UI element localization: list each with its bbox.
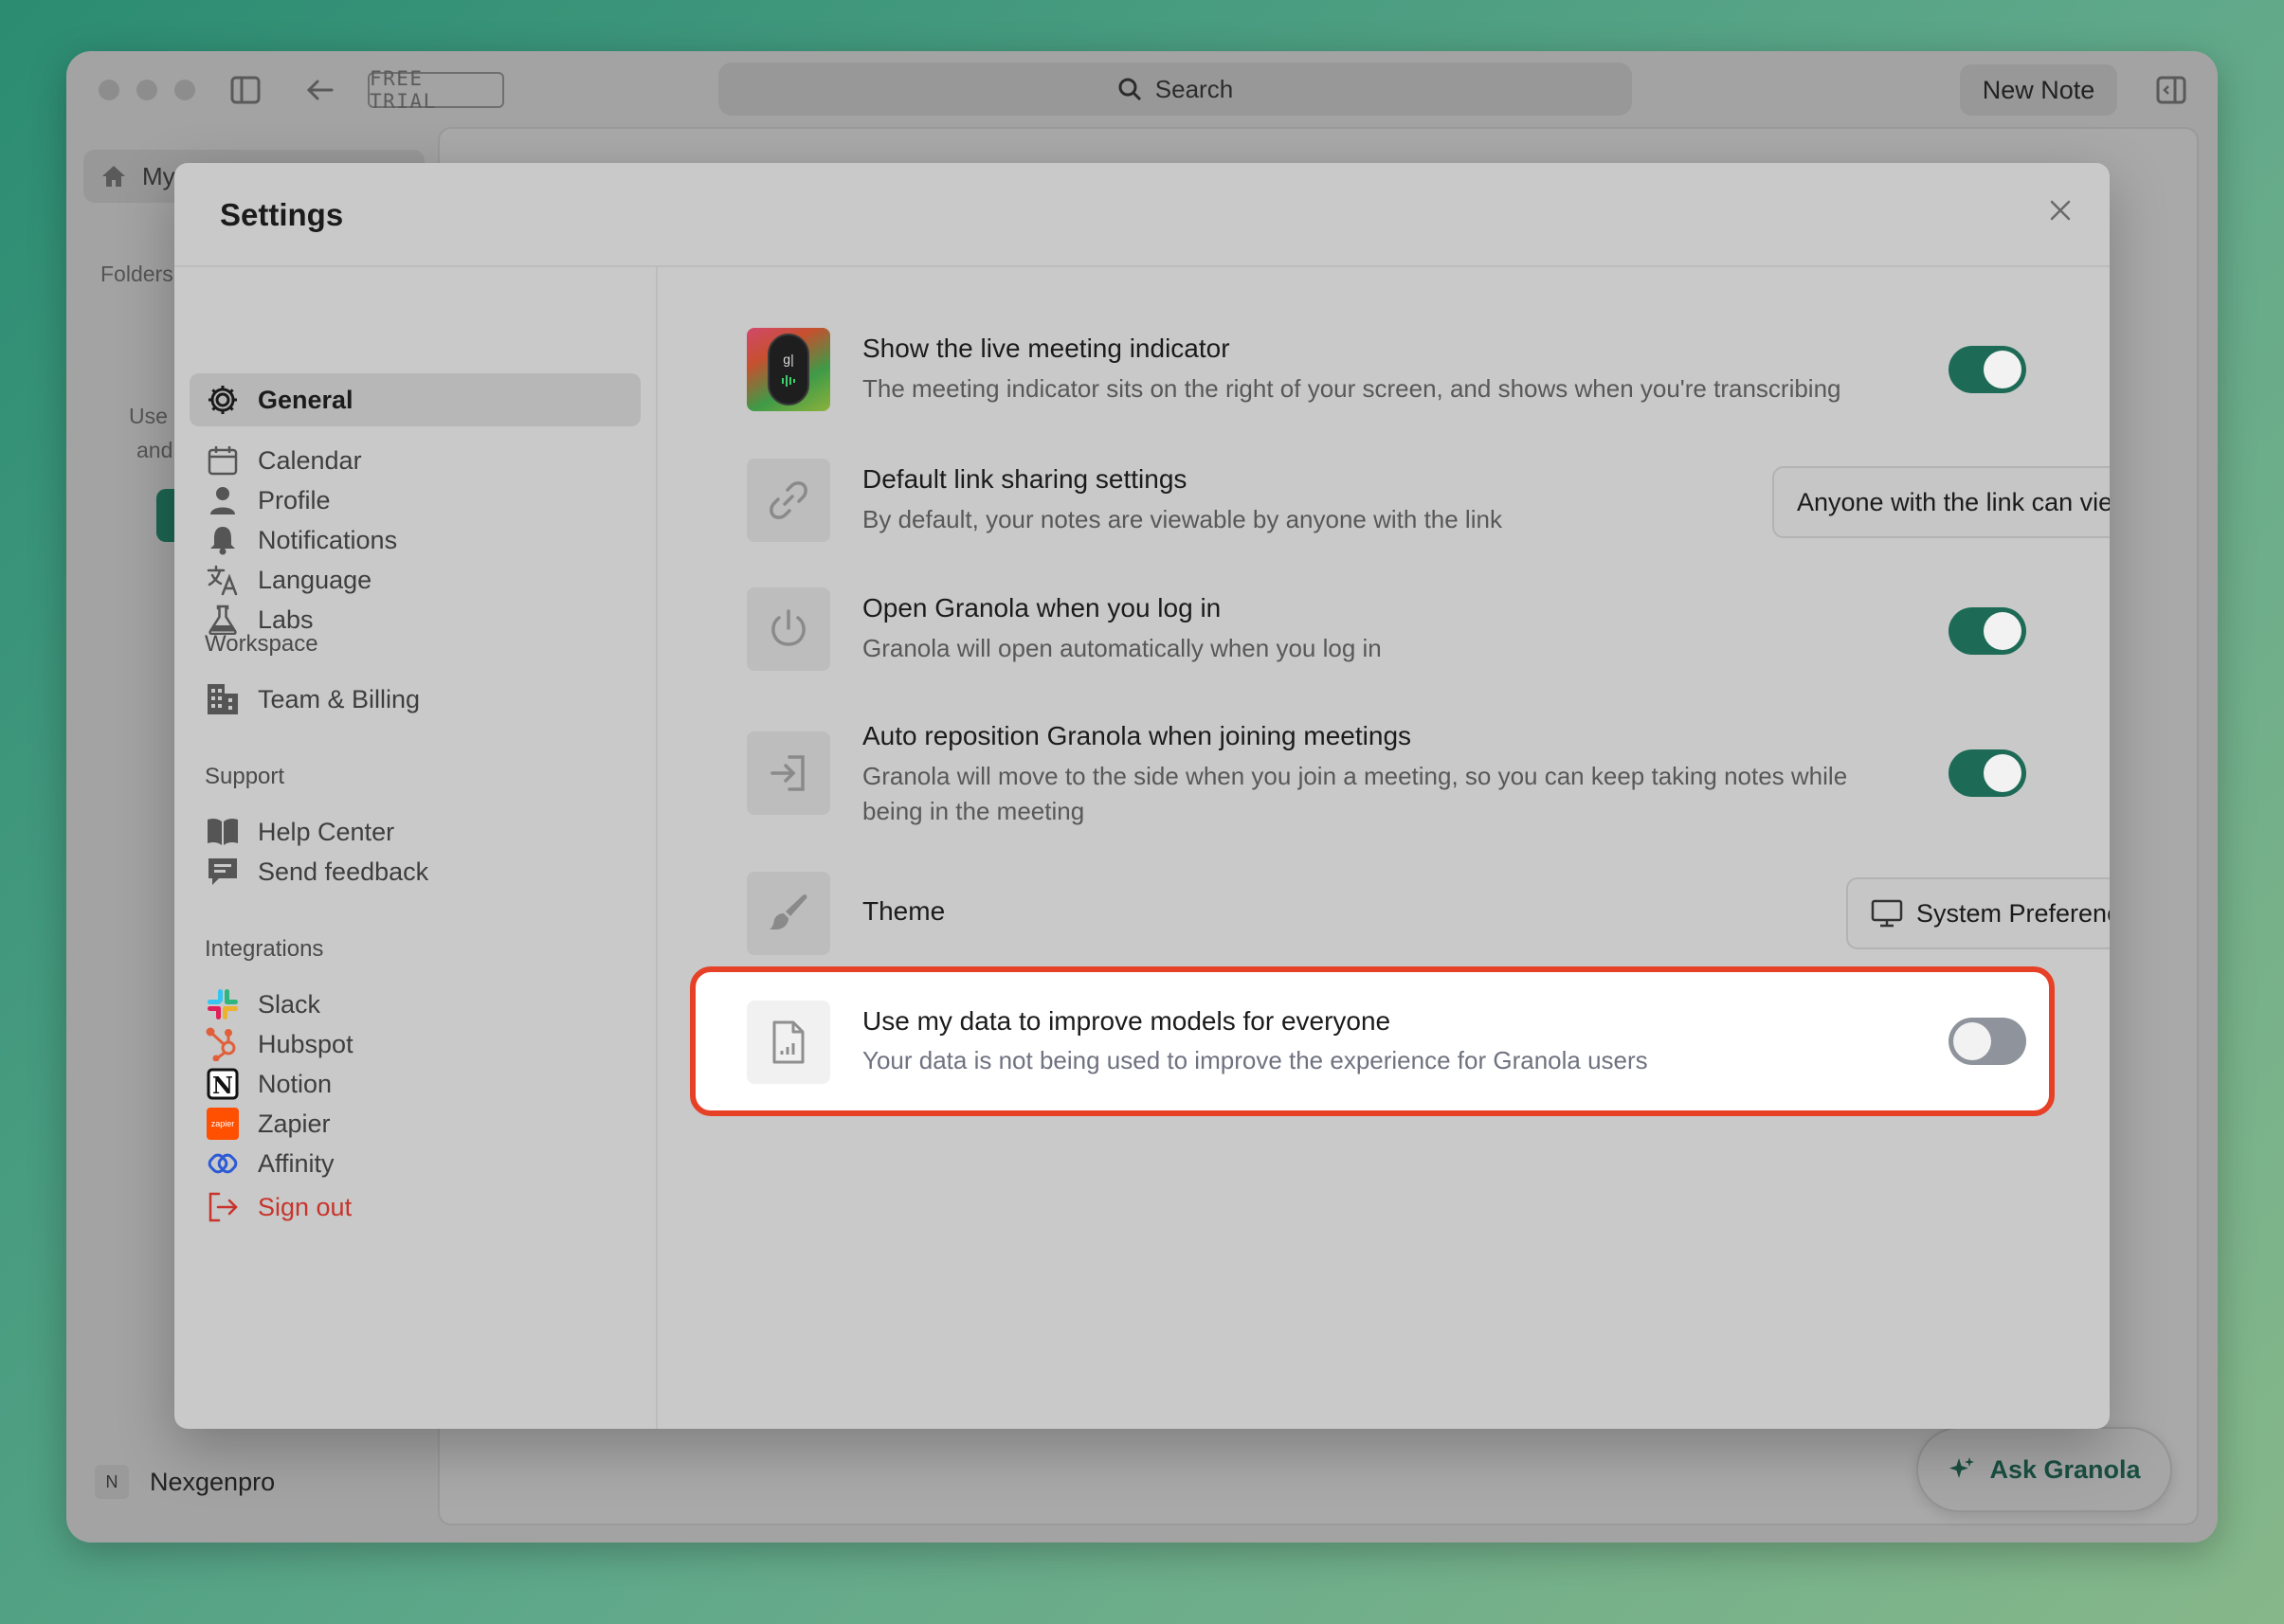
nav-item-label: Team & Billing bbox=[258, 684, 421, 713]
setting-title: Theme bbox=[862, 896, 946, 926]
minimize-window-dot[interactable] bbox=[136, 80, 157, 100]
search-placeholder: Search bbox=[1154, 74, 1234, 103]
sign-out-icon bbox=[205, 1189, 241, 1225]
setting-title: Use my data to improve models for everyo… bbox=[862, 1006, 1391, 1036]
affinity-icon bbox=[205, 1146, 241, 1182]
nav-item-label: Notion bbox=[258, 1069, 333, 1098]
workspace-switcher[interactable]: N Nexgenpro bbox=[95, 1465, 275, 1499]
back-arrow-icon[interactable] bbox=[303, 74, 335, 106]
workspace-avatar: N bbox=[95, 1465, 129, 1499]
open-on-login-toggle[interactable] bbox=[1949, 607, 2026, 655]
modal-title: Settings bbox=[220, 197, 344, 232]
title-bar: FREE TRIAL Search New Note bbox=[66, 51, 2218, 127]
home-icon bbox=[102, 166, 125, 187]
workspace-name: Nexgenpro bbox=[150, 1467, 276, 1496]
nav-item-label: Notifications bbox=[258, 525, 398, 554]
setting-title: Auto reposition Granola when joining mee… bbox=[862, 721, 1412, 750]
nav-section-integrations: Integrations bbox=[205, 936, 324, 962]
data-usage-toggle[interactable] bbox=[1949, 1018, 2026, 1065]
nav-item-label: Labs bbox=[258, 604, 314, 634]
power-icon bbox=[747, 587, 830, 671]
new-note-button[interactable]: New Note bbox=[1960, 64, 2117, 116]
select-value: System Preference bbox=[1916, 898, 2110, 928]
free-trial-badge[interactable]: FREE TRIAL bbox=[368, 67, 504, 113]
ask-granola-button[interactable]: Ask Granola bbox=[1916, 1427, 2172, 1512]
setting-description: Granola will move to the side when you j… bbox=[862, 762, 1848, 825]
folders-label: Folders bbox=[100, 262, 173, 286]
nav-item-label: Sign out bbox=[258, 1192, 353, 1221]
setting-auto-reposition: Auto reposition Granola when joining mee… bbox=[747, 721, 2026, 843]
meeting-indicator-toggle[interactable] bbox=[1949, 346, 2026, 393]
nav-section-support: Support bbox=[205, 764, 285, 789]
modal-header: Settings bbox=[174, 163, 2110, 267]
zoom-window-dot[interactable] bbox=[174, 80, 195, 100]
select-value: Anyone with the link can view bbox=[1797, 487, 2110, 516]
auto-reposition-toggle[interactable] bbox=[1949, 749, 2026, 797]
setting-title: Show the live meeting indicator bbox=[862, 334, 1230, 363]
nav-item-label: General bbox=[258, 385, 353, 414]
nav-item-label: Slack bbox=[258, 989, 321, 1019]
enter-icon bbox=[747, 731, 830, 815]
setting-meeting-indicator: g| Show the live meeting indicator The m… bbox=[747, 328, 2026, 411]
setting-open-on-login: Open Granola when you log in Granola wil… bbox=[747, 587, 2026, 671]
meeting-indicator-preview-icon: g| bbox=[747, 328, 830, 411]
link-icon bbox=[747, 459, 830, 542]
svg-text:N: N bbox=[212, 1072, 233, 1099]
nav-item-label: Help Center bbox=[258, 817, 395, 846]
gear-icon bbox=[205, 382, 241, 418]
nav-item-label: Profile bbox=[258, 485, 331, 514]
setting-theme: Theme System Preference bbox=[747, 872, 2110, 955]
document-chart-icon bbox=[747, 1001, 830, 1084]
theme-select[interactable]: System Preference bbox=[1846, 877, 2110, 949]
svg-text:zapier: zapier bbox=[211, 1119, 235, 1128]
settings-content: g| Show the live meeting indicator The m… bbox=[658, 267, 2110, 1429]
search-bar[interactable]: Search bbox=[718, 63, 1632, 116]
nav-item-team-billing[interactable]: Team & Billing bbox=[190, 673, 641, 726]
setting-title: Default link sharing settings bbox=[862, 464, 1187, 494]
settings-nav: General Calendar Profile Notifications L… bbox=[174, 267, 658, 1429]
nav-item-label: Send feedback bbox=[258, 857, 429, 886]
building-icon bbox=[205, 681, 241, 717]
nav-item-label: Affinity bbox=[258, 1148, 335, 1178]
ask-granola-label: Ask Granola bbox=[1989, 1454, 2141, 1484]
setting-title: Open Granola when you log in bbox=[862, 593, 1222, 623]
close-icon[interactable] bbox=[2043, 193, 2077, 227]
setting-description: The meeting indicator sits on the right … bbox=[862, 374, 1841, 403]
nav-item-label: Zapier bbox=[258, 1109, 331, 1138]
setting-description: By default, your notes are viewable by a… bbox=[862, 505, 1502, 533]
nav-section-workspace: Workspace bbox=[205, 631, 318, 657]
right-panel-toggle-icon[interactable] bbox=[2155, 74, 2187, 106]
setting-link-sharing: Default link sharing settings By default… bbox=[747, 459, 2110, 542]
nav-item-general[interactable]: General bbox=[190, 373, 641, 426]
background-text: Use bbox=[129, 404, 168, 428]
nav-item-send-feedback[interactable]: Send feedback bbox=[190, 845, 641, 898]
setting-description: Your data is not being used to improve t… bbox=[862, 1046, 1648, 1074]
monitor-icon bbox=[1871, 899, 1903, 928]
paintbrush-icon bbox=[747, 872, 830, 955]
nav-item-label: Hubspot bbox=[258, 1029, 353, 1058]
close-window-dot[interactable] bbox=[99, 80, 119, 100]
sidebar-toggle-icon[interactable] bbox=[229, 74, 262, 106]
search-icon bbox=[1118, 78, 1141, 101]
setting-data-usage: Use my data to improve models for everyo… bbox=[747, 999, 2026, 1084]
feedback-icon bbox=[205, 854, 241, 890]
background-text: and bbox=[136, 438, 173, 462]
nav-item-label: Calendar bbox=[258, 445, 362, 475]
setting-description: Granola will open automatically when you… bbox=[862, 634, 1382, 662]
nav-item-label: Language bbox=[258, 565, 372, 594]
nav-item-sign-out[interactable]: Sign out bbox=[190, 1181, 641, 1234]
sparkle-icon bbox=[1949, 1457, 1975, 1478]
settings-modal: Settings General Calendar Profile Notifi… bbox=[174, 163, 2110, 1429]
sidebar-home-label: My bbox=[142, 161, 175, 190]
link-sharing-select[interactable]: Anyone with the link can view bbox=[1772, 466, 2110, 538]
